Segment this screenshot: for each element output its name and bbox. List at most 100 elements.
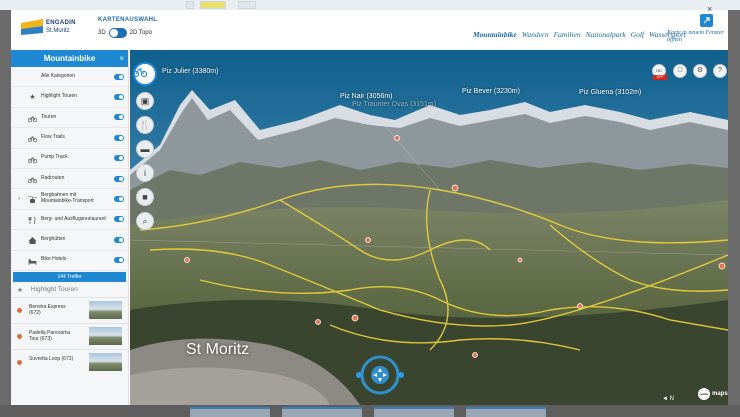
map-toolbar: ▣ 🍴 ▬ i ■ ⌕ (133, 62, 157, 236)
tour-name: Bernina Express (672) (29, 303, 66, 316)
compass-indicator[interactable]: ◄ N (662, 396, 674, 402)
map-mode-toggle[interactable] (108, 27, 127, 38)
cablecar-icon (27, 195, 38, 204)
map-mode-switch: 3D 2D Topo (98, 27, 152, 38)
help-button[interactable]: ? (713, 64, 727, 78)
fullscreen-icon: □ (677, 67, 683, 74)
category-toggle[interactable] (114, 73, 124, 80)
sidebar-item-label: Radrouten (41, 174, 65, 181)
bg-thumb (374, 407, 454, 417)
cablecar-layer-button[interactable]: ▣ (136, 92, 154, 110)
hotel-layer-button[interactable]: ▬ (136, 140, 154, 158)
background-page-strip (0, 0, 740, 10)
realitymaps-logo: reality maps (676, 388, 728, 400)
tour-thumbnail (89, 300, 122, 319)
engadin-logo[interactable]: ENGADIN St.Moritz (21, 17, 87, 43)
tour-list-item[interactable]: Bernina Express (672) (11, 296, 128, 323)
tour-list-item[interactable]: Suvretta Loop (671) (11, 348, 128, 375)
cablecar-icon: ▣ (140, 96, 150, 106)
sidebar-item-bike-hotels[interactable]: Bike Hotels (11, 251, 128, 271)
bike-icon (27, 134, 38, 143)
bike-icon (27, 114, 38, 123)
mode-3d-label: 3D (98, 29, 106, 36)
tour-name: Padella Panorama Tour (673) (29, 329, 71, 342)
mountainbike-layer-button[interactable] (133, 62, 157, 86)
category-toggle[interactable] (114, 94, 124, 101)
bg-thumb (190, 407, 270, 417)
map-selection-label: KARTENAUSWAHL (98, 17, 158, 23)
open-new-window-link[interactable]: Karte in neuem Fenster öffnen (667, 30, 725, 43)
category-toggle[interactable] (114, 114, 124, 121)
info-button[interactable]: i (136, 164, 154, 182)
sidebar-item-alle-kategorien[interactable]: Alle Kategorien (11, 67, 128, 88)
header: ENGADIN St.Moritz KARTENAUSWAHL 3D 2D To… (11, 4, 728, 50)
close-modal-icon[interactable]: × (707, 4, 712, 14)
nav-golf[interactable]: Golf (631, 30, 644, 39)
navigation-dial-icon (356, 355, 404, 395)
sidebar-item-touren[interactable]: Touren (11, 108, 128, 129)
nav-familien[interactable]: Familien (554, 30, 581, 39)
sidebar-item-label: Alle Kategorien (41, 72, 75, 79)
sidebar-item-berghuetten[interactable]: Berghütten (11, 230, 128, 251)
sidebar-header: Mountainbike × (11, 50, 128, 67)
3d-map-view[interactable]: Piz Julier (3380m) Piz Nair (3056m) Piz … (130, 50, 728, 405)
tour-pin-icon (16, 306, 23, 314)
expand-button[interactable] (700, 14, 713, 27)
bg-chip (200, 1, 226, 9)
category-toggle[interactable] (114, 155, 124, 162)
sidebar-title: Mountainbike (43, 54, 96, 63)
expand-chevron-icon[interactable]: › (18, 196, 20, 202)
town-label: St Moritz (186, 341, 250, 358)
bg-thumb (466, 407, 546, 417)
sidebar-close-icon[interactable]: × (119, 50, 124, 67)
tour-name: Suvretta Loop (671) (29, 355, 74, 362)
bed-icon (28, 257, 37, 266)
tour-list-item[interactable]: Padella Panorama Tour (673) (11, 322, 128, 349)
tour-pin-icon (16, 332, 23, 340)
info-icon: i (144, 168, 146, 178)
settings-button[interactable]: ⚙ (693, 64, 707, 78)
video-camera-icon: ■ (142, 192, 148, 202)
sidebar-item-restaurant[interactable]: Berg- und Ausflugsrestaurant (11, 210, 128, 231)
fullscreen-button[interactable]: □ (673, 64, 687, 78)
camera-navigation-control[interactable] (353, 354, 407, 396)
sidebar-item-radrouten[interactable]: Radrouten (11, 169, 128, 190)
hut-icon (28, 236, 37, 245)
expand-icon (703, 17, 710, 24)
bed-icon: ▬ (140, 144, 150, 154)
nav-nationalpark[interactable]: Nationalpark (586, 30, 626, 39)
hd-toggle-button[interactable]: HD OFF (652, 64, 667, 80)
restaurant-icon: 🍴 (139, 120, 151, 130)
sidebar-item-label: Berghütten (41, 236, 66, 243)
video-button[interactable]: ■ (136, 188, 154, 206)
help-icon: ? (718, 67, 722, 74)
filter-sidebar: Mountainbike × Alle Kategorien ★ Highlig… (11, 50, 129, 405)
restaurant-layer-button[interactable]: 🍴 (136, 116, 154, 134)
sidebar-item-highlight-touren[interactable]: ★ Highlight Touren (11, 87, 128, 108)
search-button[interactable]: ⌕ (136, 212, 154, 230)
peak-label: Piz Julier (3380m) (162, 68, 219, 75)
category-toggle[interactable] (114, 175, 124, 182)
sidebar-item-pump-track[interactable]: Pump Track (11, 149, 128, 169)
sidebar-item-bergbahnen[interactable]: › Bergbahnen mit Mountainbike-Transport (11, 189, 128, 210)
background-page-bottom (0, 405, 740, 417)
category-toggle[interactable] (114, 134, 124, 141)
sidebar-item-flow-trails[interactable]: Flow Trails (11, 128, 128, 149)
peak-label: Piz Traunter Ovas (3151m) (352, 101, 437, 108)
restaurant-icon (28, 216, 37, 225)
category-toggle[interactable] (114, 236, 124, 243)
mode-2d-label: 2D Topo (129, 29, 152, 36)
sidebar-item-label: Pump Track (41, 154, 68, 161)
nav-mountainbike[interactable]: Mountainbike (473, 30, 517, 39)
hd-off-badge: OFF (653, 75, 667, 80)
highlight-section-label: Highlight Touren (30, 286, 78, 294)
bike-icon (27, 175, 38, 184)
sidebar-item-label: Flow Trails (41, 134, 65, 141)
category-nav: Mountainbike Wandern Familien Nationalpa… (473, 30, 686, 39)
category-toggle[interactable] (114, 196, 124, 203)
results-count-bar: 144 Treffer (13, 271, 126, 282)
category-toggle[interactable] (114, 216, 124, 223)
nav-wandern[interactable]: Wandern (522, 30, 549, 39)
highlight-section-header[interactable]: ★ Highlight Touren (11, 283, 128, 297)
category-toggle[interactable] (114, 257, 124, 264)
